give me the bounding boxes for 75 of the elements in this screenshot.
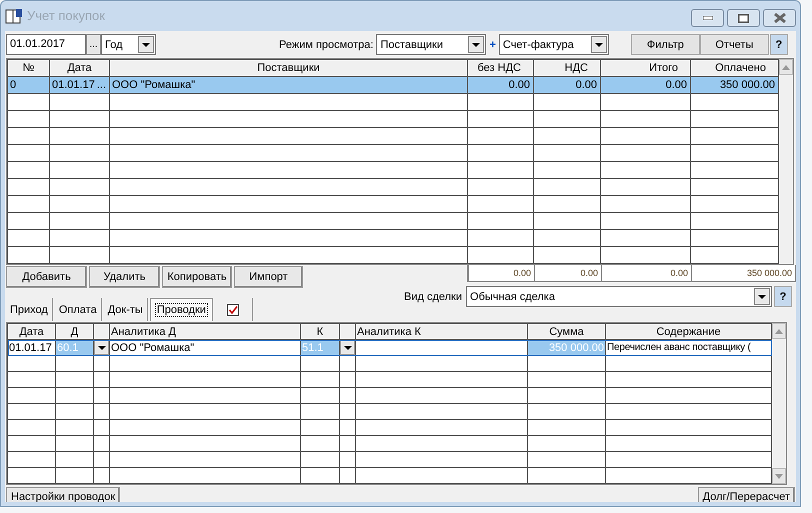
caret-icon bbox=[142, 42, 150, 46]
dropdown-button[interactable] bbox=[754, 288, 770, 305]
tab[interactable]: Проводки bbox=[150, 298, 213, 321]
column-header[interactable]: Дата bbox=[50, 60, 110, 76]
table-cell: 0.00 bbox=[576, 79, 597, 91]
dropdown[interactable]: Год bbox=[101, 34, 156, 55]
maximize-button[interactable] bbox=[727, 9, 760, 27]
dropdown[interactable]: Обычная сделка bbox=[466, 286, 772, 307]
caret-icon bbox=[472, 42, 480, 46]
table-cell: 01.01.17 bbox=[52, 79, 95, 91]
table-cell: 01.01.17 bbox=[9, 342, 52, 354]
plus-sign: + bbox=[489, 38, 496, 52]
table-cell: 0.00 bbox=[666, 79, 687, 91]
column-header[interactable]: Дата bbox=[8, 324, 56, 340]
column-header[interactable]: Содержание bbox=[606, 324, 772, 340]
total-cell: 0.00 bbox=[670, 268, 688, 278]
action-button[interactable]: Копировать bbox=[162, 266, 232, 288]
column-header[interactable]: НДС bbox=[534, 60, 600, 76]
column-header[interactable]: Аналитика К bbox=[356, 324, 528, 340]
window-title: Учет покупок bbox=[27, 9, 105, 23]
table-cell: ООО "Ромашка" bbox=[112, 79, 196, 91]
total-cell: 350 000.00 bbox=[746, 268, 792, 278]
column-header[interactable]: без НДС bbox=[468, 60, 534, 76]
help-button[interactable]: ? bbox=[774, 286, 792, 307]
column-header[interactable]: Аналитика Д bbox=[110, 324, 300, 340]
column-header[interactable]: № bbox=[8, 60, 50, 76]
column-header[interactable]: Оплачено bbox=[690, 60, 778, 76]
column-header[interactable]: Поставщики bbox=[110, 60, 468, 76]
date-picker-button[interactable]: ... bbox=[96, 79, 106, 91]
close-button[interactable] bbox=[763, 9, 796, 27]
footer-button[interactable]: Настройки проводок bbox=[6, 487, 120, 502]
table-cell: 350 000.00 bbox=[548, 342, 604, 354]
table-cell: 350 000.00 bbox=[720, 79, 775, 91]
table-cell: 0.00 bbox=[508, 79, 530, 91]
dropdown-button[interactable] bbox=[94, 340, 109, 355]
table-cell: 51.1 bbox=[302, 342, 324, 354]
table-row[interactable]: 0 01.01.17 ... ООО "Ромашка" 0.00 0.00 0.00 350 000.00 bbox=[8, 76, 778, 94]
dropdown[interactable]: Поставщики bbox=[376, 34, 486, 55]
column-header[interactable]: Д bbox=[56, 324, 94, 340]
date-field[interactable]: 01.01.2017 bbox=[6, 34, 86, 55]
footer-button[interactable]: Долг/Перерасчет bbox=[698, 487, 795, 502]
table-cell: 60.1 bbox=[57, 342, 78, 354]
table-cell: ООО "Ромашка" bbox=[111, 342, 194, 354]
caret-icon bbox=[758, 294, 766, 298]
dropdown-button[interactable] bbox=[468, 36, 484, 53]
toolbar-button[interactable]: Фильтр bbox=[630, 34, 700, 55]
column-header[interactable]: Сумма bbox=[528, 324, 606, 340]
action-button[interactable]: Добавить bbox=[6, 266, 87, 288]
total-cell: 0.00 bbox=[580, 268, 598, 278]
caret-icon bbox=[594, 42, 603, 46]
help-button[interactable]: ? bbox=[770, 34, 788, 55]
checkbox-icon bbox=[227, 304, 240, 316]
table-cell: Перечислен аванс поставщику ( bbox=[607, 342, 751, 353]
column-header[interactable]: Итого bbox=[600, 60, 690, 76]
column-header[interactable]: К bbox=[300, 324, 340, 340]
dropdown[interactable]: Счет-фактура bbox=[498, 34, 609, 55]
dropdown-button[interactable] bbox=[138, 36, 154, 53]
maximize-icon bbox=[738, 14, 749, 22]
minimize-button[interactable] bbox=[691, 9, 724, 27]
caret-icon bbox=[98, 346, 106, 350]
table-cell: 0 bbox=[10, 79, 16, 91]
app-icon bbox=[5, 8, 23, 24]
date-picker-button[interactable]: ... bbox=[86, 34, 101, 55]
total-cell: 0.00 bbox=[513, 268, 531, 278]
caret-icon bbox=[344, 346, 352, 350]
view-mode-label: Режим просмотра: bbox=[279, 38, 374, 52]
dropdown-button[interactable] bbox=[340, 340, 355, 355]
toolbar-button[interactable]: Отчеты bbox=[700, 34, 769, 55]
action-button[interactable]: Удалить bbox=[89, 266, 160, 288]
deal-type-label: Вид сделки bbox=[404, 290, 462, 304]
close-icon bbox=[774, 13, 786, 23]
minimize-icon bbox=[702, 16, 712, 20]
table-row[interactable]: 01.01.17 60.1 ООО "Ромашка" 51.1 350 000.00 Перечислен аванс поставщику ( bbox=[8, 340, 772, 356]
dropdown-button[interactable] bbox=[590, 36, 607, 53]
action-button[interactable]: Импорт bbox=[234, 266, 303, 288]
